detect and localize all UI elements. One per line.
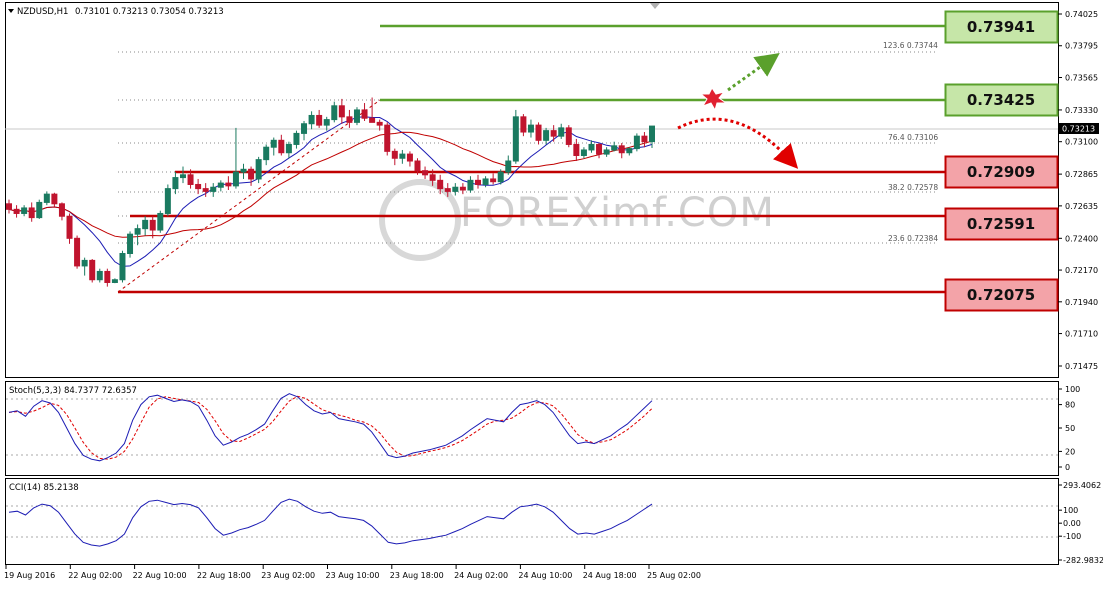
price-axis: 0.74025 0.73795 0.73565 0.73330 0.73100 0.728…	[1058, 10, 1098, 371]
price-tick-label: 0.72400	[1065, 234, 1098, 243]
level-box-73425[interactable]: 0.73425	[944, 83, 1059, 117]
candle	[74, 235, 81, 269]
stoch-header: Stoch(5,3,3) 84.7377 72.6357	[9, 386, 137, 396]
stoch-pane-frame[interactable]	[5, 381, 1059, 476]
cci-tick-label: -100	[1063, 532, 1081, 541]
cci-tick-label: 100	[1063, 506, 1078, 515]
fib-label-764: 76.4 0.73106	[888, 133, 938, 142]
stoch-tick-label: 0	[1065, 463, 1070, 472]
candle	[119, 250, 126, 283]
watermark-text: FOREXimf.COM	[460, 190, 775, 236]
stoch-axis: 100 80 50 20 0	[1058, 385, 1080, 472]
candle	[565, 125, 572, 148]
price-tick-label: 0.71475	[1065, 362, 1098, 371]
price-tick-label: 0.72170	[1065, 266, 1098, 275]
chart-symbol-label: NZDUSD,H1	[17, 7, 68, 17]
cci-axis: 293.4062 100 0.00 -100 -282.9832	[1058, 481, 1103, 565]
candle	[157, 210, 164, 233]
candle	[89, 259, 96, 283]
fib-label-1236: 123.6 0.73744	[883, 41, 938, 50]
stoch-tick-label: 50	[1065, 424, 1075, 433]
price-tick-label: 0.71940	[1065, 298, 1098, 307]
candle	[127, 231, 134, 258]
time-tick-label: 24 Aug 10:00	[518, 571, 572, 580]
price-tick-label: 0.73795	[1065, 42, 1098, 51]
candle	[255, 156, 262, 184]
level-box-73941[interactable]: 0.73941	[944, 10, 1059, 44]
candle	[164, 184, 171, 217]
price-tick-label: 0.71710	[1065, 330, 1098, 339]
candle	[36, 199, 43, 219]
time-tick-label: 19 Aug 2016	[4, 571, 55, 580]
price-tick-label: 0.73100	[1065, 138, 1098, 147]
fib-label-236: 23.6 0.72384	[888, 234, 938, 243]
candle	[497, 169, 504, 185]
price-tick-label: 0.72865	[1065, 170, 1098, 179]
chart-window: NZDUSD,H1 0.73101 0.73213 0.73054 0.7321…	[0, 0, 1103, 588]
time-tick-label: 25 Aug 02:00	[647, 571, 701, 580]
level-label-73425: 0.73425	[967, 91, 1035, 109]
time-tick-label: 23 Aug 10:00	[326, 571, 380, 580]
level-box-72591[interactable]: 0.72591	[944, 207, 1059, 241]
time-tick-label: 24 Aug 02:00	[454, 571, 508, 580]
current-price-value: 0.73213	[1062, 125, 1095, 134]
candle	[633, 133, 640, 152]
cci-tick-label: 0.00	[1063, 519, 1081, 528]
time-tick-label: 22 Aug 02:00	[68, 571, 122, 580]
level-box-72909[interactable]: 0.72909	[944, 155, 1059, 189]
stoch-tick-label: 100	[1065, 385, 1080, 394]
time-tick-label: 22 Aug 10:00	[133, 571, 187, 580]
cci-header: CCI(14) 85.2138	[9, 483, 79, 493]
time-tick-label: 23 Aug 18:00	[390, 571, 444, 580]
cci-tick-label: -282.9832	[1063, 556, 1103, 565]
fib-label-382: 38.2 0.72578	[888, 183, 938, 192]
price-tick-label: 0.73330	[1065, 106, 1098, 115]
level-label-72909: 0.72909	[967, 163, 1035, 181]
chart-svg: NZDUSD,H1 0.73101 0.73213 0.73054 0.7321…	[4, 2, 1103, 580]
chart-ohlc-label: 0.73101 0.73213 0.73054 0.73213	[75, 7, 224, 17]
time-tick-label: 23 Aug 02:00	[261, 571, 315, 580]
time-tick-label: 24 Aug 18:00	[583, 571, 637, 580]
stoch-tick-label: 80	[1065, 401, 1075, 410]
time-tick-label: 22 Aug 18:00	[197, 571, 251, 580]
level-label-72075: 0.72075	[967, 286, 1035, 304]
stoch-tick-label: 20	[1065, 447, 1075, 456]
time-axis: 19 Aug 2016 22 Aug 02:00 22 Aug 10:00 22 Au…	[4, 565, 701, 580]
price-tick-label: 0.74025	[1065, 10, 1098, 19]
candle	[353, 107, 360, 126]
level-label-72591: 0.72591	[967, 215, 1035, 233]
price-tick-label: 0.73565	[1065, 73, 1098, 82]
candle	[512, 109, 519, 164]
price-tick-label: 0.72635	[1065, 202, 1098, 211]
current-price-tag: 0.73213	[1059, 123, 1099, 134]
cci-pane-frame[interactable]	[5, 478, 1059, 565]
candle	[384, 122, 391, 156]
cci-tick-label: 293.4062	[1063, 481, 1101, 490]
level-label-73941: 0.73941	[967, 18, 1035, 36]
level-box-72075[interactable]: 0.72075	[944, 278, 1059, 312]
